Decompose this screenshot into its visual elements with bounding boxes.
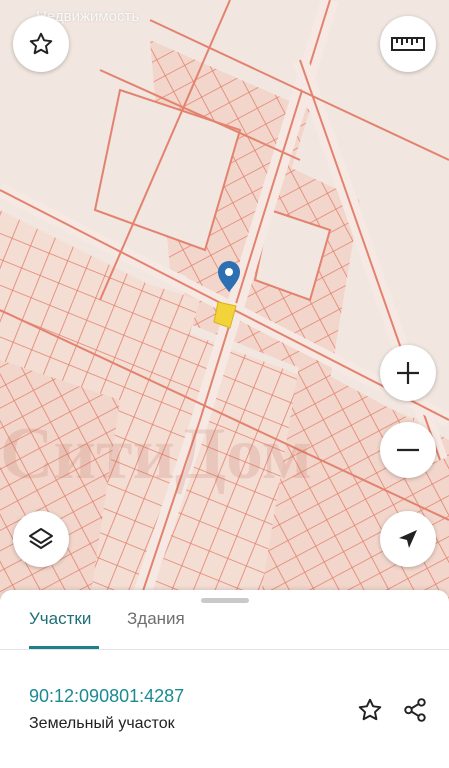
layers-button[interactable]: [13, 511, 69, 567]
map-watermark: СитиДом: [0, 413, 312, 495]
add-favorite-button[interactable]: [354, 694, 386, 726]
minus-icon: [397, 448, 419, 452]
navigation-arrow-icon: [399, 530, 417, 548]
tab-divider: [0, 649, 449, 650]
favorite-button[interactable]: [13, 16, 69, 72]
tab-buildings[interactable]: Здания: [127, 609, 185, 651]
zoom-out-button[interactable]: [380, 422, 436, 478]
star-outline-icon: [358, 698, 382, 721]
parcel-info-sheet: Участки Здания 90:12:090801:4287 Земельн…: [0, 590, 449, 768]
tab-parcels[interactable]: Участки: [29, 609, 91, 651]
my-location-button[interactable]: [380, 511, 436, 567]
cadastral-number-link[interactable]: 90:12:090801:4287: [29, 686, 184, 707]
parcel-type: Земельный участок: [29, 715, 175, 732]
share-button[interactable]: [399, 694, 431, 726]
star-icon: [29, 32, 53, 55]
share-icon: [404, 698, 426, 722]
ruler-button[interactable]: [380, 16, 436, 72]
sheet-drag-handle[interactable]: [201, 598, 249, 603]
ruler-icon: [391, 37, 425, 51]
cadastral-map[interactable]: СитиДом: [0, 0, 449, 600]
layers-icon: [29, 528, 53, 549]
plus-icon: [397, 362, 419, 384]
zoom-in-button[interactable]: [380, 345, 436, 401]
